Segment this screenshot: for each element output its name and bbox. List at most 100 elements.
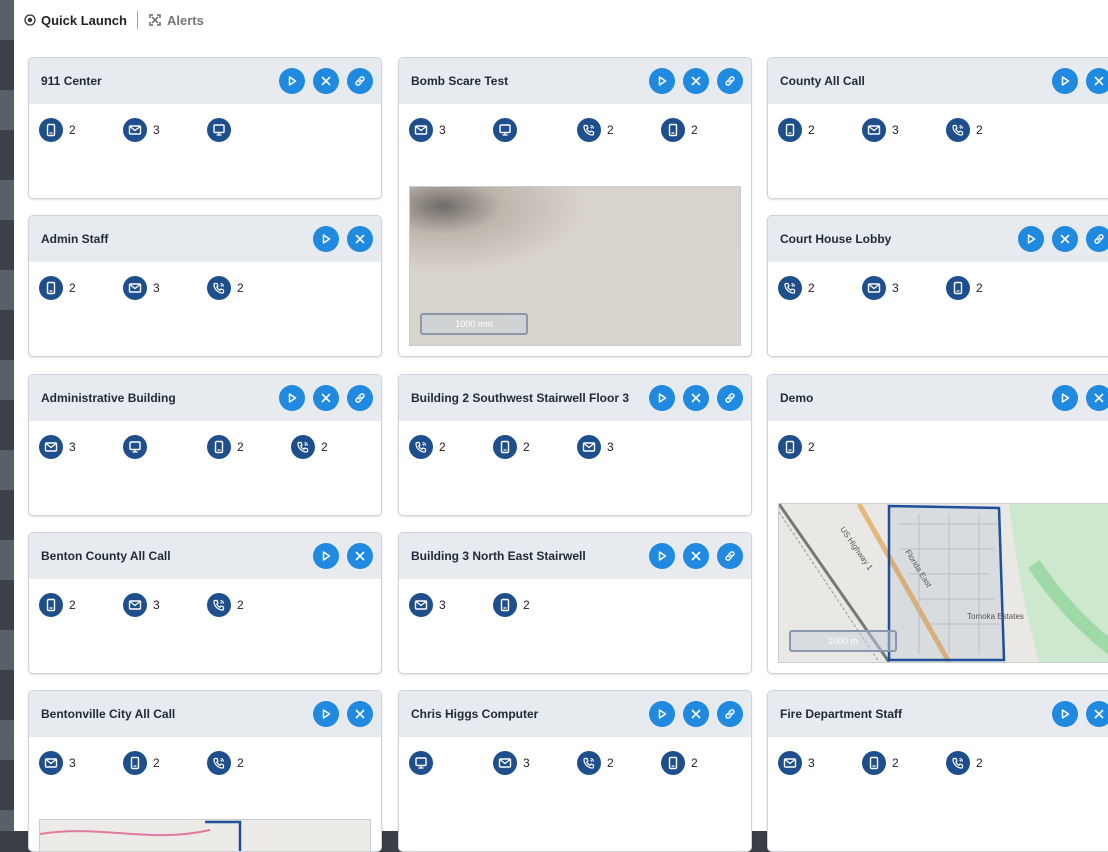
channel-chip: 3 <box>123 118 207 142</box>
card-header: Fire Department Staff <box>768 691 1108 737</box>
channel-chip: 2 <box>577 118 661 142</box>
phone-icon <box>577 118 601 142</box>
play-button[interactable] <box>279 385 305 411</box>
tab-quick-launch[interactable]: Quick Launch <box>14 13 135 28</box>
channel-chip: 2 <box>661 751 745 775</box>
card-title: Benton County All Call <box>41 549 171 563</box>
cancel-button[interactable] <box>683 385 709 411</box>
map-preview: 1000 mm <box>409 186 741 346</box>
card-header: 911 Center <box>29 58 381 104</box>
link-button[interactable] <box>717 701 743 727</box>
link-button[interactable] <box>1086 226 1108 252</box>
mail-icon <box>123 276 147 300</box>
channel-count: 3 <box>439 598 446 612</box>
channel-chip: 2 <box>409 435 493 459</box>
cancel-button[interactable] <box>313 385 339 411</box>
phone-icon <box>577 751 601 775</box>
close-icon <box>1059 233 1071 245</box>
play-button[interactable] <box>279 68 305 94</box>
phone-icon <box>291 435 315 459</box>
link-button[interactable] <box>717 385 743 411</box>
channel-chip: 2 <box>207 435 291 459</box>
mail-icon <box>862 276 886 300</box>
card-title: Demo <box>780 391 814 405</box>
channel-count: 2 <box>321 440 328 454</box>
channel-count: 2 <box>691 756 698 770</box>
tablet-icon <box>39 276 63 300</box>
play-button[interactable] <box>649 701 675 727</box>
channel-count: 2 <box>607 123 614 137</box>
mail-icon <box>493 751 517 775</box>
channel-chip: 2 <box>778 118 862 142</box>
cancel-button[interactable] <box>1086 68 1108 94</box>
play-button[interactable] <box>1052 68 1078 94</box>
play-icon <box>656 392 668 404</box>
play-button[interactable] <box>649 543 675 569</box>
card-header: Admin Staff <box>29 216 381 262</box>
channel-count: 2 <box>976 281 983 295</box>
channel-count: 2 <box>691 123 698 137</box>
channel-count: 2 <box>607 756 614 770</box>
mail-icon <box>409 593 433 617</box>
cancel-button[interactable] <box>683 543 709 569</box>
play-button[interactable] <box>1018 226 1044 252</box>
play-button[interactable] <box>313 226 339 252</box>
channel-chip: 3 <box>778 751 862 775</box>
card-title: Building 2 Southwest Stairwell Floor 3 <box>411 391 630 405</box>
play-icon <box>656 75 668 87</box>
link-button[interactable] <box>347 385 373 411</box>
cancel-button[interactable] <box>683 68 709 94</box>
map-preview: US Highway 1 Tomoka Estates Florida East 10… <box>778 503 1108 663</box>
phone-icon <box>946 118 970 142</box>
tab-quick-launch-label: Quick Launch <box>41 12 127 28</box>
phone-icon <box>207 593 231 617</box>
mail-icon <box>123 593 147 617</box>
play-button[interactable] <box>313 543 339 569</box>
channel-chip: 3 <box>123 276 207 300</box>
cancel-button[interactable] <box>1086 701 1108 727</box>
cancel-button[interactable] <box>1052 226 1078 252</box>
play-button[interactable] <box>1052 701 1078 727</box>
channel-count: 3 <box>439 123 446 137</box>
cancel-button[interactable] <box>347 701 373 727</box>
map-edge-strip <box>0 0 14 831</box>
close-icon <box>1093 75 1105 87</box>
mail-icon <box>39 751 63 775</box>
channel-count: 2 <box>439 440 446 454</box>
channel-count: 2 <box>69 123 76 137</box>
phone-icon <box>946 751 970 775</box>
play-button[interactable] <box>313 701 339 727</box>
card-header: Bentonville City All Call <box>29 691 381 737</box>
channel-chip <box>123 435 207 459</box>
channel-chip: 2 <box>291 435 375 459</box>
channel-chip: 3 <box>123 593 207 617</box>
cancel-button[interactable] <box>347 543 373 569</box>
link-button[interactable] <box>717 68 743 94</box>
channel-chip: 2 <box>39 593 123 617</box>
play-icon <box>1059 75 1071 87</box>
channel-count: 3 <box>523 756 530 770</box>
launch-card-demo: Demo 2 US Highway 1 Tomoka Estates Florida E… <box>767 374 1108 674</box>
close-icon <box>320 75 332 87</box>
cancel-button[interactable] <box>683 701 709 727</box>
cancel-button[interactable] <box>313 68 339 94</box>
play-button[interactable] <box>1052 385 1078 411</box>
launch-card-building-3-north-east-stairwell: Building 3 North East Stairwell 3 2 <box>398 532 752 674</box>
play-icon <box>320 233 332 245</box>
recipient-channels: 2 3 2 <box>768 262 1108 302</box>
channel-count: 3 <box>69 440 76 454</box>
card-header: Benton County All Call <box>29 533 381 579</box>
channel-chip: 3 <box>493 751 577 775</box>
tab-alerts[interactable]: Alerts <box>140 13 212 28</box>
play-button[interactable] <box>649 68 675 94</box>
channel-count: 2 <box>153 756 160 770</box>
play-icon <box>286 392 298 404</box>
play-button[interactable] <box>649 385 675 411</box>
recipient-channels: 3 2 2 <box>399 104 751 144</box>
link-icon <box>723 707 737 721</box>
cancel-button[interactable] <box>1086 385 1108 411</box>
link-button[interactable] <box>717 543 743 569</box>
cancel-button[interactable] <box>347 226 373 252</box>
channel-count: 3 <box>69 756 76 770</box>
link-button[interactable] <box>347 68 373 94</box>
